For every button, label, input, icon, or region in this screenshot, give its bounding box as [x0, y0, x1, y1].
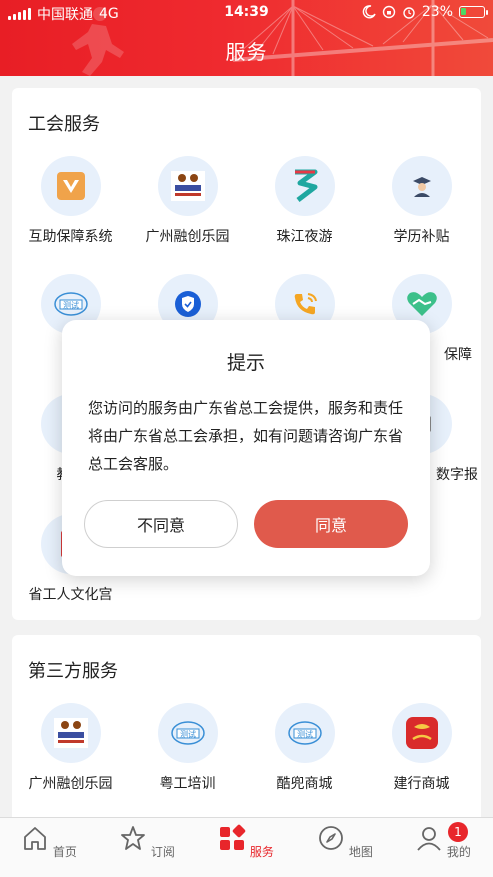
sunac-park-logo: [53, 718, 88, 748]
shield-icon: [174, 291, 201, 317]
tab-label: 地图: [348, 845, 373, 859]
section-title: 第三方服务: [28, 661, 118, 682]
third-party-services-card: 第三方服务 广州融创乐园 测试 粤工培训 测试 酷兜商城 建行商城: [12, 635, 481, 825]
tab-mine[interactable]: 我的: [394, 824, 492, 860]
user-icon: [417, 827, 441, 851]
tab-subscribe[interactable]: 订阅: [98, 824, 196, 860]
tab-label: 我的: [446, 845, 471, 859]
tab-label: 订阅: [150, 845, 175, 859]
app-header: 中国联通 4G 14:39 23% 服务: [0, 0, 493, 76]
sunac-park-logo: [170, 171, 205, 201]
service-icon-bg: [274, 156, 335, 216]
service-icon-bg: 测试: [157, 703, 218, 763]
service-label: 珠江夜游: [276, 229, 333, 245]
service-item-degree-subsidy[interactable]: 学历补贴: [363, 156, 480, 246]
consent-dialog: 提示 您访问的服务由广东省总工会提供，服务和责任将由广东省总工会承担，如有问题请…: [62, 320, 430, 576]
service-label: 酷兜商城: [276, 776, 333, 792]
test-stamp-icon: 测试: [170, 721, 205, 745]
lock-rotation-icon: [382, 5, 396, 19]
alarm-icon: [403, 7, 415, 19]
tab-label: 服务: [249, 845, 274, 859]
battery-charging-icon: [459, 6, 488, 18]
svg-text:测试: 测试: [297, 729, 313, 739]
service-label: 建行商城: [393, 776, 450, 792]
dialog-message: 您访问的服务由广东省总工会提供，服务和责任将由广东省总工会承担，如有问题请咨询广…: [88, 399, 404, 473]
battery-percent: 23%: [421, 4, 453, 20]
service-item-sunac-park[interactable]: 广州融创乐园: [12, 703, 129, 793]
handshake-heart-icon: [406, 292, 437, 316]
compass-icon: [319, 826, 343, 850]
home-icon: [24, 827, 46, 850]
service-icon-bg: [157, 156, 218, 216]
star-icon: [121, 826, 145, 850]
service-icon-bg: [40, 156, 101, 216]
tab-map[interactable]: 地图: [296, 824, 394, 860]
tab-home[interactable]: 首页: [0, 824, 98, 860]
service-item-sunac-park[interactable]: 广州融创乐园: [129, 156, 246, 246]
service-label: 省工人文化宫: [28, 587, 113, 603]
service-icon-bg: 测试: [274, 703, 335, 763]
service-label: 互助保障系统: [28, 229, 113, 245]
service-label: 广州融创乐园: [28, 776, 113, 792]
service-item-pearl-river[interactable]: 珠江夜游: [246, 156, 363, 246]
service-icon-bg: [40, 703, 101, 763]
test-stamp-icon: 测试: [53, 292, 88, 316]
service-label: 粤工培训: [159, 776, 216, 792]
agree-button[interactable]: 同意: [254, 500, 408, 548]
mutual-aid-icon: [56, 172, 85, 200]
service-icon-bg: [391, 703, 452, 763]
ccb-mall-icon: [405, 717, 438, 749]
svg-text:测试: 测试: [63, 300, 79, 310]
moon-icon: [362, 5, 376, 19]
test-stamp-icon: 测试: [287, 721, 322, 745]
pearl-river-icon: [294, 169, 317, 202]
status-bar: 中国联通 4G 14:39 23%: [0, 0, 493, 26]
service-icon-bg: [391, 156, 452, 216]
tab-label: 首页: [52, 845, 77, 859]
page-title: 服务: [225, 40, 268, 64]
service-item-yue-training[interactable]: 测试 粤工培训: [129, 703, 246, 793]
svg-text:测试: 测试: [180, 729, 196, 739]
dialog-title: 提示: [226, 352, 265, 374]
phone-icon: [294, 293, 317, 315]
bottom-tab-bar: 首页 订阅 服务 地图 我的: [0, 817, 493, 877]
service-label: 学历补贴: [393, 229, 450, 245]
disagree-button[interactable]: 不同意: [84, 500, 238, 548]
service-item-ccb-mall[interactable]: 建行商城: [363, 703, 480, 793]
service-label: 广州融创乐园: [145, 229, 230, 245]
service-item-mutual-aid[interactable]: 互助保障系统: [12, 156, 129, 246]
service-item-kudou-mall[interactable]: 测试 酷兜商城: [246, 703, 363, 793]
tab-services[interactable]: 服务: [197, 824, 295, 860]
notification-badge: 1: [448, 822, 468, 842]
services-grid-icon: [220, 824, 246, 850]
section-title: 工会服务: [28, 114, 100, 135]
graduate-icon: [412, 177, 431, 197]
